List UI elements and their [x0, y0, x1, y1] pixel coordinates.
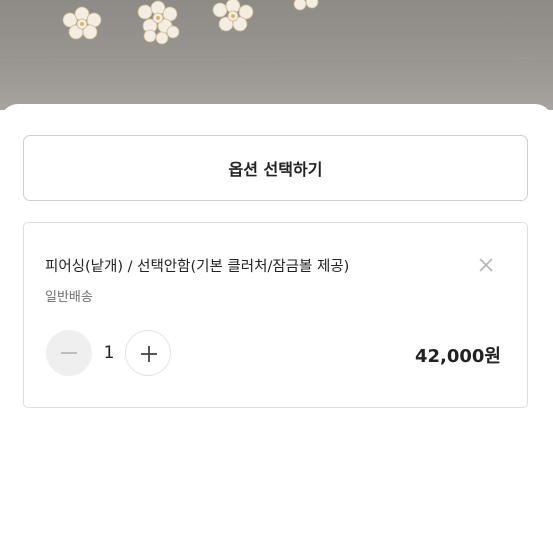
- increase-quantity-button[interactable]: [125, 330, 171, 376]
- item-price: 42,000원: [414, 346, 501, 367]
- selected-item-card: 피어싱(낱개) / 선택안함(기본 클러처/잠금볼 제공) 일반배송 1 42,…: [23, 222, 528, 408]
- close-icon[interactable]: [474, 253, 498, 277]
- pearl-earring-icon: [0, 0, 553, 61]
- product-image-backdrop: [0, 0, 553, 110]
- decrease-quantity-button[interactable]: [46, 330, 92, 376]
- item-shipping-type: 일반배송: [45, 290, 93, 305]
- option-select-label: 옵션 선택하기: [228, 160, 323, 179]
- option-select-button[interactable]: 옵션 선택하기: [23, 135, 528, 201]
- minus-icon: [61, 352, 77, 354]
- item-option-name: 피어싱(낱개) / 선택안함(기본 클러처/잠금볼 제공): [45, 259, 350, 275]
- quantity-value: 1: [103, 343, 115, 363]
- plus-icon: [141, 346, 157, 362]
